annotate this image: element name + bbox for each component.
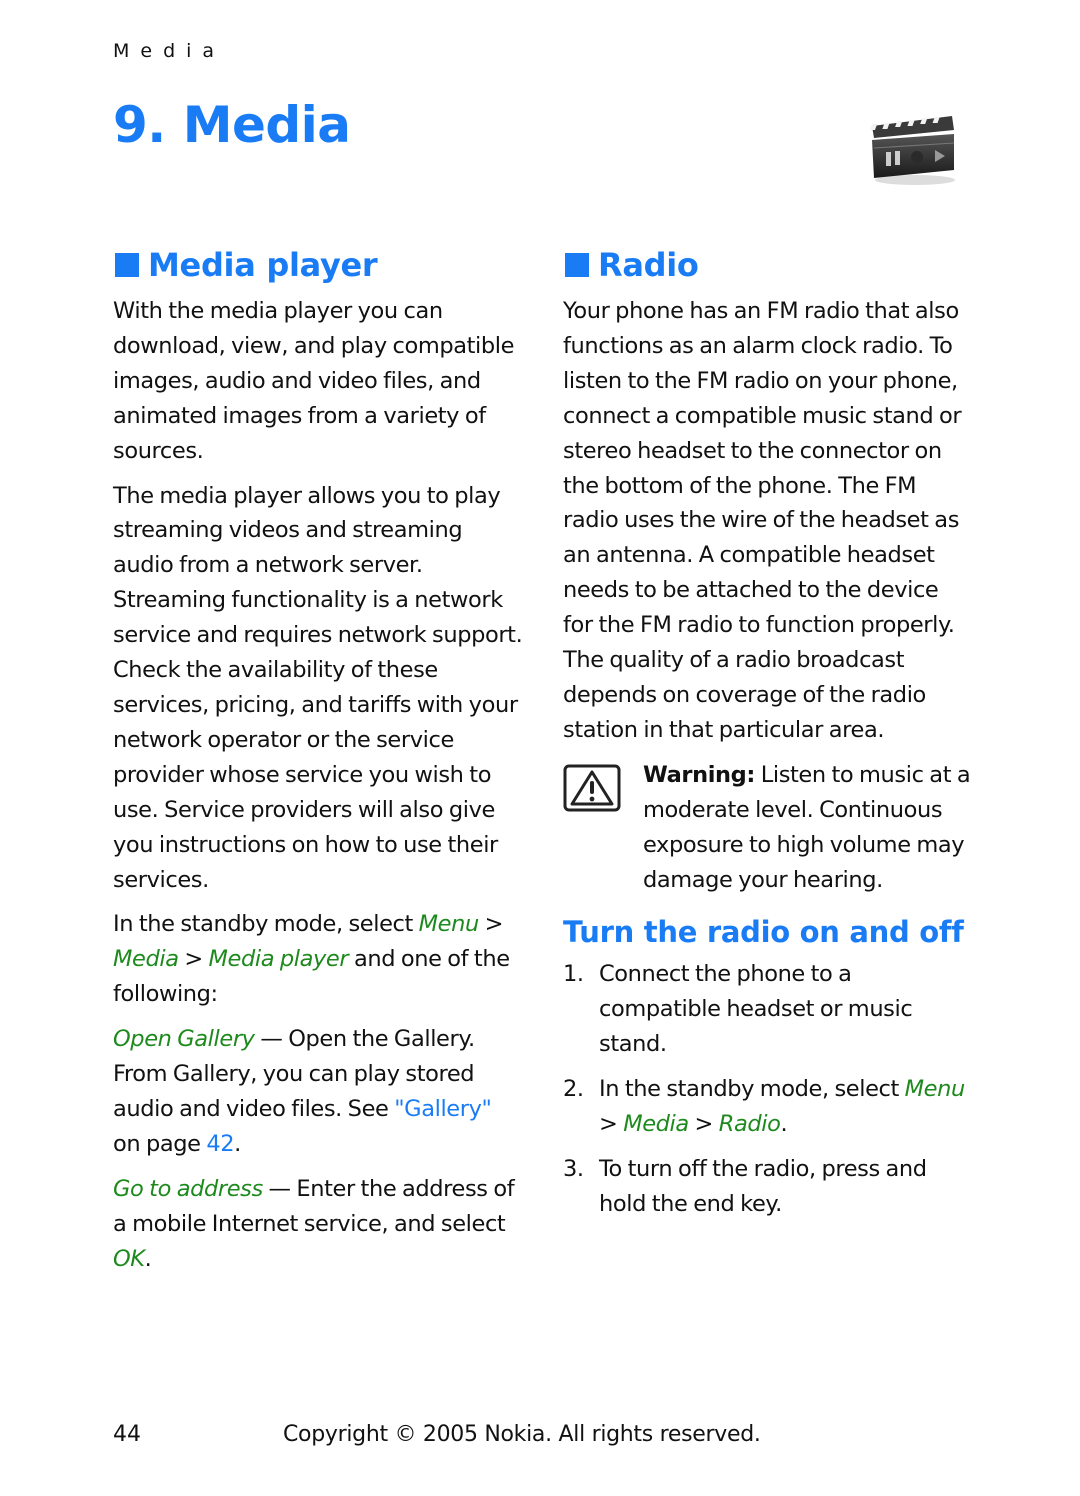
step-number: 1. [563,961,584,988]
media-player-streaming: The media player allows you to play stre… [113,482,523,893]
path-separator: > [599,1111,624,1138]
copyright-notice: Copyright © 2005 Nokia. All rights reser… [283,1422,761,1447]
menu-path-media-player: Media player [208,946,349,973]
path-separator: > [688,1111,719,1138]
menu-path-media: Media [623,1111,689,1138]
media-player-heading: Media player [113,246,523,284]
radio-steps-list: 1. Connect the phone to a compatible hea… [563,957,973,1221]
list-item: 3. To turn off the radio, press and hold… [563,1152,973,1222]
option-open-gallery: Open Gallery — Open the Gallery. From Ga… [113,1022,523,1162]
ok-softkey-label: OK [113,1245,145,1272]
gallery-cross-reference-link[interactable]: "Gallery" [394,1096,492,1122]
media-player-section: Media player With the media player you c… [113,246,523,1286]
list-item: 1. Connect the phone to a compatible hea… [563,957,973,1062]
list-item: 2. In the standby mode, select Menu > Me… [563,1072,973,1142]
radio-heading-text: Radio [598,246,699,284]
page-42-link[interactable]: 42 [206,1131,234,1157]
option-go-to-address-label: Go to address [113,1175,263,1202]
turn-radio-on-off-heading: Turn the radio on and off [563,915,964,950]
warning-note: Warning: Listen to music at a moderate l… [563,758,973,898]
menu-path-media: Media [113,946,179,973]
path-separator: > [178,946,209,973]
media-player-standby-instruction: In the standby mode, select Menu > Media… [113,907,523,1012]
path-separator: > [478,911,504,938]
option-description: on page [113,1130,207,1157]
menu-path-radio: Radio [718,1111,781,1138]
media-player-heading-text: Media player [148,246,378,284]
instruction-text: In the standby mode, select [113,911,419,938]
option-go-to-address: Go to address — Enter the address of a m… [113,1172,523,1277]
page-number: 44 [113,1422,141,1447]
radio-section: Radio Your phone has an FM radio that al… [563,246,973,1232]
step-text: To turn off the radio, press and hold th… [599,1155,927,1217]
step-text: In the standby mode, select Menu > Media… [599,1072,973,1142]
step-number: 3. [563,1155,584,1182]
radio-description: Your phone has an FM radio that also fun… [563,298,962,743]
section-bullet-icon [115,253,139,277]
warning-label: Warning: [643,761,755,788]
punctuation: . [144,1245,152,1272]
clapperboard-media-icon [869,116,955,185]
media-player-intro: With the media player you can download, … [113,298,515,464]
running-head: Media [113,40,226,62]
step-text: Connect the phone to a compatible headse… [599,961,913,1058]
punctuation: . [780,1111,788,1138]
menu-path-menu: Menu [904,1076,966,1103]
radio-heading: Radio [563,246,973,284]
option-open-gallery-label: Open Gallery [113,1026,255,1053]
punctuation: . [234,1130,241,1157]
section-bullet-icon [565,253,589,277]
chapter-title: 9. Media [113,96,351,154]
instruction-text: In the standby mode, select [599,1076,905,1103]
warning-text: Warning: Listen to music at a moderate l… [643,758,973,898]
step-number: 2. [563,1076,584,1103]
warning-triangle-icon [563,764,621,812]
menu-path-menu: Menu [418,911,480,938]
